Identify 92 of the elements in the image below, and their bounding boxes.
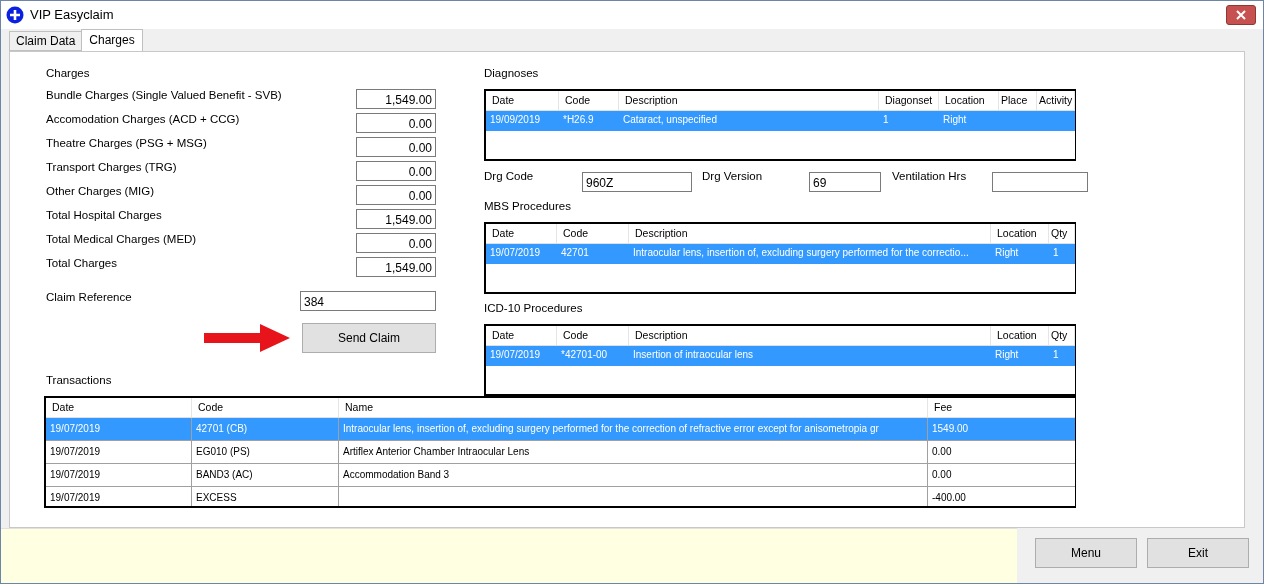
column-header[interactable]: Qty <box>1049 224 1075 243</box>
table-cell: EG010 (PS) <box>192 441 339 464</box>
table-cell: EXCESS <box>192 487 339 506</box>
input-field[interactable]: 0.00 <box>356 233 436 253</box>
column-header[interactable]: Date <box>486 224 557 243</box>
column-header[interactable]: Code <box>192 398 339 417</box>
table-cell: 1549.00 <box>928 418 1075 441</box>
field-label: Other Charges (MIG) <box>46 185 154 197</box>
table-cell-text: Intraocular lens, insertion of, excluding surgery performed for the correctio... <box>632 246 970 260</box>
input-field[interactable]: 0.00 <box>356 161 436 181</box>
column-header[interactable]: Description <box>629 326 991 345</box>
field-label: Total Hospital Charges <box>46 209 162 221</box>
table-cell-text: Right <box>994 348 1020 362</box>
column-header[interactable]: Date <box>486 326 557 345</box>
table-cell-text: 1 <box>882 113 890 127</box>
field-label: Transport Charges (TRG) <box>46 161 177 173</box>
field-label: Drg Version <box>702 170 764 182</box>
window-title: VIP Easyclaim <box>30 7 114 23</box>
tab[interactable]: Claim Data <box>9 31 83 51</box>
column-header[interactable]: Location <box>991 326 1049 345</box>
column-header[interactable]: Code <box>559 91 619 110</box>
column-header[interactable]: Place <box>999 91 1037 110</box>
table-cell-text: 42701 <box>560 246 590 260</box>
footer-button[interactable]: Menu <box>1035 538 1137 568</box>
table-cell: Artiflex Anterior Chamber Intraocular Lens <box>339 441 928 464</box>
column-header[interactable]: Fee <box>928 398 1075 417</box>
send-claim-button[interactable]: Send Claim <box>302 323 436 353</box>
field-label: Total Charges <box>46 257 117 269</box>
input-field[interactable]: 0.00 <box>356 185 436 205</box>
table-cell: Intraocular lens, insertion of, excluding surgery performed for the correction of refractive error except for anisometropia gr <box>339 418 928 441</box>
section-title: MBS Procedures <box>484 200 572 212</box>
section-title: Charges <box>46 67 91 79</box>
table-cell: 19/07/2019 <box>46 487 192 506</box>
input-field[interactable]: 1,549.00 <box>356 89 436 109</box>
table-cell: 19/07/2019 <box>46 418 192 441</box>
field-label: Claim Reference <box>46 291 132 305</box>
close-icon <box>1236 10 1246 20</box>
field-label: Total Medical Charges (MED) <box>46 233 197 245</box>
table-cell-text: 19/07/2019 <box>489 246 542 260</box>
table-cell: -400.00 <box>928 487 1075 506</box>
column-header[interactable]: Description <box>629 224 991 243</box>
table-cell: Accommodation Band 3 <box>339 464 928 487</box>
input-field[interactable]: 960Z <box>582 172 692 192</box>
table-cell: BAND3 (AC) <box>192 464 339 487</box>
column-header[interactable]: Date <box>46 398 192 417</box>
input-field[interactable]: 69 <box>809 172 881 192</box>
input-field[interactable]: 0.00 <box>356 137 436 157</box>
table-cell-text: 1 <box>1052 348 1060 362</box>
table-cell-text: Right <box>994 246 1020 260</box>
table-cell-text: Insertion of intraocular lens <box>632 348 755 362</box>
column-header[interactable]: Name <box>339 398 928 417</box>
field-label: Ventilation Hrs <box>892 170 968 182</box>
input-field[interactable]: 1,549.00 <box>356 257 436 277</box>
table-cell-text: 19/07/2019 <box>489 348 542 362</box>
field-label: Bundle Charges (Single Valued Benefit - SVB) <box>46 89 282 101</box>
table-cell: 19/07/2019 <box>46 441 192 464</box>
column-header[interactable]: Activity <box>1037 91 1075 110</box>
column-header[interactable]: Code <box>557 224 629 243</box>
column-header[interactable]: Diagonset <box>879 91 939 110</box>
input-field[interactable] <box>992 172 1088 192</box>
tab[interactable]: Charges <box>81 29 143 51</box>
column-header[interactable]: Location <box>991 224 1049 243</box>
column-header[interactable]: Date <box>486 91 559 110</box>
section-title: Transactions <box>46 374 113 386</box>
table-cell-text: Right <box>942 113 968 127</box>
input-field[interactable]: 384 <box>300 291 436 311</box>
column-header[interactable]: Code <box>557 326 629 345</box>
section-title: Diagnoses <box>484 67 540 79</box>
table-row[interactable]: 19/07/2019 BAND3 (AC) Accommodation Band 3 0.00 <box>46 464 1075 487</box>
app-plus-icon <box>6 6 24 24</box>
column-header[interactable]: Location <box>939 91 999 110</box>
field-label: Drg Code <box>484 170 535 182</box>
table-cell-text: *42701-00 <box>560 348 609 362</box>
table-cell-text: 1 <box>1052 246 1060 260</box>
table-cell-text: Cataract, unspecified <box>622 113 718 127</box>
input-field[interactable]: 0.00 <box>356 113 436 133</box>
table-cell: 0.00 <box>928 464 1075 487</box>
table-cell: 0.00 <box>928 441 1075 464</box>
section-title: ICD-10 Procedures <box>484 302 584 314</box>
input-field[interactable]: 1,549.00 <box>356 209 436 229</box>
table-cell-text: 19/09/2019 <box>489 113 542 127</box>
column-header[interactable]: Qty <box>1049 326 1075 345</box>
field-label: Accomodation Charges (ACD + CCG) <box>46 113 240 125</box>
column-header[interactable]: Description <box>619 91 879 110</box>
arrow-icon <box>204 324 290 352</box>
table-row[interactable]: 19/07/2019 EG010 (PS) Artiflex Anterior Chamber Intraocular Lens 0.00 <box>46 441 1075 464</box>
field-label: Theatre Charges (PSG + MSG) <box>46 137 207 149</box>
table-cell: 19/07/2019 <box>46 464 192 487</box>
close-button[interactable] <box>1226 5 1256 25</box>
table-cell-text: *H26.9 <box>562 113 595 127</box>
table-cell: 42701 (CB) <box>192 418 339 441</box>
footer-button[interactable]: Exit <box>1147 538 1249 568</box>
